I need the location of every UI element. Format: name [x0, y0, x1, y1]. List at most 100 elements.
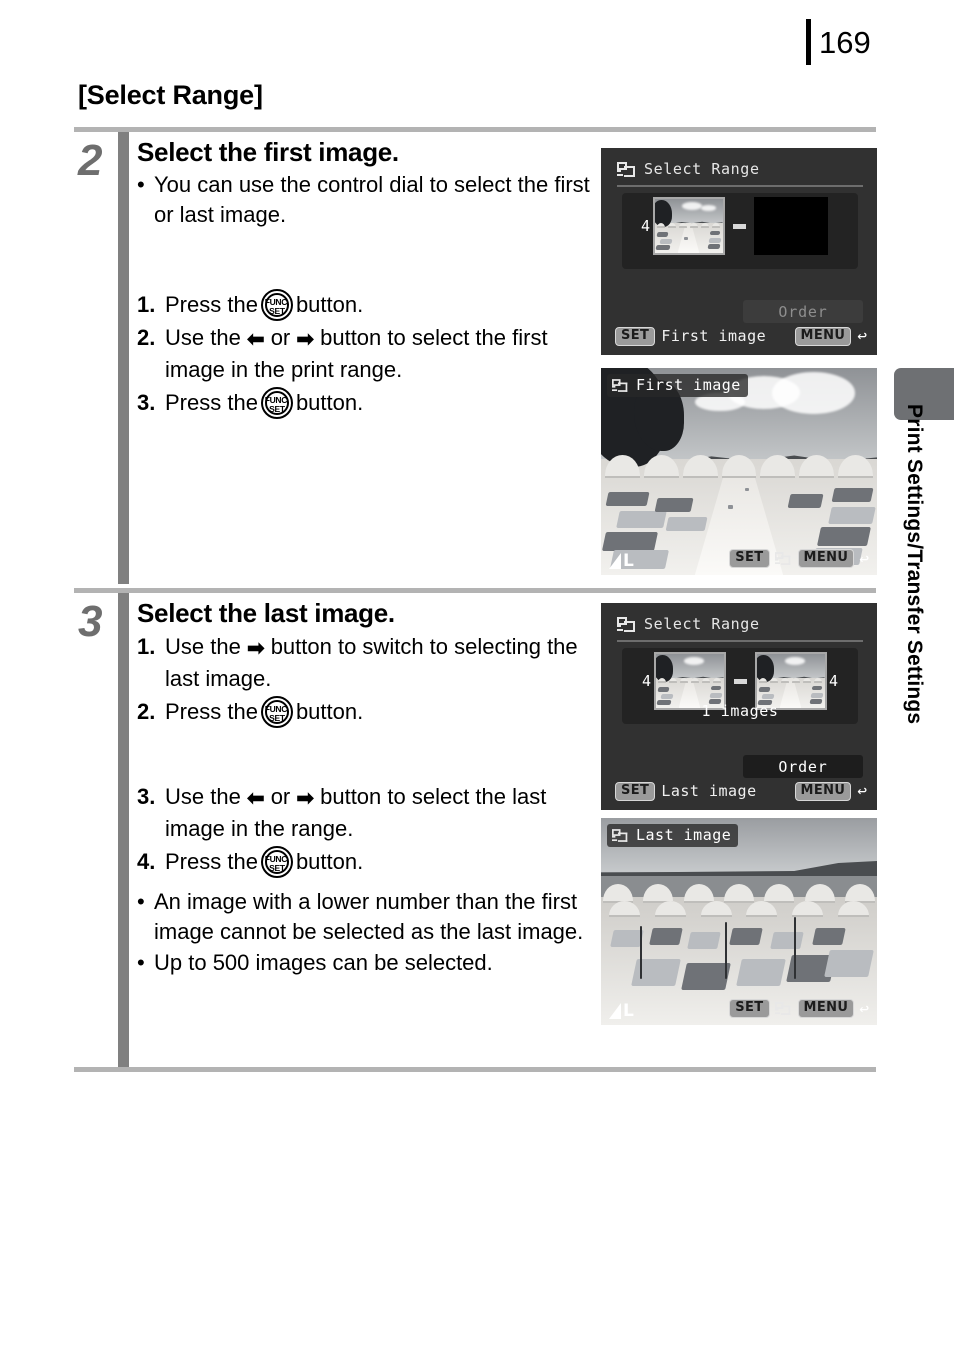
return-arrow-icon: ↩ — [857, 326, 867, 345]
item-text-pre: Use the — [165, 784, 241, 809]
order-button[interactable]: Order — [743, 755, 863, 778]
dpof-print-order-icon — [617, 161, 635, 177]
right-arrow-icon: ➡ — [296, 787, 314, 810]
image-quality-indicator: L — [609, 1001, 634, 1021]
lcd-screen-last-image-preview: Last image L SET MENU ↩ — [601, 818, 877, 1025]
lcd-footer: SET First image MENU ↩ — [615, 325, 867, 347]
thumbnail-first-cell[interactable]: 4 — [639, 197, 725, 255]
range-panel: 4 — [622, 193, 858, 269]
func-set-button-icon: FUNC. SET — [260, 696, 293, 728]
lcd-title: Select Range — [644, 615, 760, 633]
footer-action-label: Last image — [661, 782, 757, 800]
photo-footer: SET MENU ↩ — [729, 999, 869, 1018]
step-2-item-2: 2. Use the ⬅ or ➡ button to select the f… — [137, 322, 597, 386]
item-text: Use the ⬅ or ➡ button to select the firs… — [165, 322, 597, 386]
item-text: Press the FUNC. SET button. — [165, 846, 597, 878]
func-set-button-icon: FUNC. SET — [260, 289, 293, 321]
set-label: SET — [269, 713, 285, 723]
set-label: SET — [269, 863, 285, 873]
menu-key-icon: MENU — [794, 326, 852, 346]
bullet-mark: • — [137, 950, 145, 975]
footer-left: SET Last image — [615, 781, 757, 801]
quality-triangle-icon — [609, 553, 621, 569]
step-3-bullet-2: • Up to 500 images can be selected. — [137, 948, 597, 978]
step-2-number: 2 — [78, 136, 103, 185]
item-text-mid: or — [270, 784, 291, 809]
quality-size-label: L — [623, 551, 634, 571]
item-number: 3. — [137, 390, 156, 415]
return-arrow-icon: ↩ — [859, 998, 869, 1018]
right-arrow-icon: ➡ — [246, 637, 265, 660]
item-text: Press the FUNC. SET button. — [165, 289, 597, 321]
set-key-icon: SET — [615, 781, 656, 801]
thumbnail-row: 4 — [622, 197, 858, 255]
item-number: 3. — [137, 784, 156, 809]
photo-badge: Last image — [607, 824, 739, 847]
item-number: 4. — [137, 849, 156, 874]
item-text-post: button. — [295, 849, 364, 874]
return-arrow-icon: ↩ — [859, 548, 869, 568]
set-key-icon: SET — [729, 999, 770, 1018]
page-title: [Select Range] — [78, 80, 263, 110]
thumbnail-first-number: 4 — [640, 216, 651, 235]
step-3-item-3: 3. Use the ⬅ or ➡ button to select the l… — [137, 781, 597, 845]
menu-key-icon: MENU — [797, 549, 855, 568]
dpof-print-order-icon — [612, 378, 628, 392]
item-text: Press the FUNC. SET button. — [165, 696, 597, 728]
bullet-text: You can use the control dial to select t… — [154, 172, 590, 227]
step-2-bullet: • You can use the control dial to select… — [137, 170, 597, 230]
item-number: 2. — [137, 325, 156, 350]
range-panel: 4 — [622, 648, 858, 724]
item-text-mid: or — [270, 325, 291, 350]
thumbnail-last-empty[interactable] — [753, 197, 828, 255]
thumbnail-last-number: 4 — [828, 671, 839, 690]
lcd-header-rule — [617, 640, 863, 642]
item-number: 1. — [137, 634, 156, 659]
step-3-number: 3 — [78, 597, 103, 646]
bullet-text: Up to 500 images can be selected. — [154, 950, 493, 975]
right-arrow-icon: ➡ — [296, 328, 314, 351]
dpof-print-order-icon — [612, 828, 628, 842]
image-quality-indicator: L — [609, 551, 634, 571]
thumbnail-first[interactable] — [652, 197, 725, 255]
step-3-bullet-1: • An image with a lower number than the … — [137, 887, 597, 947]
lcd-header: Select Range — [617, 160, 760, 178]
lcd-header-rule — [617, 185, 863, 187]
item-text-pre: Press the — [165, 699, 258, 724]
footer-right: MENU ↩ — [794, 326, 867, 346]
func-set-button-icon: FUNC. SET — [260, 846, 293, 878]
step-2-item-3: 3. Press the FUNC. SET button. — [137, 387, 597, 419]
quality-size-label: L — [623, 1001, 634, 1021]
lcd-title: Select Range — [644, 160, 760, 178]
thumbnail-first-number: 4 — [641, 671, 652, 690]
item-number: 1. — [137, 292, 156, 317]
order-button[interactable]: Order — [743, 300, 863, 323]
item-text-pre: Press the — [165, 292, 258, 317]
lcd-header: Select Range — [617, 615, 760, 633]
dpof-print-order-icon — [774, 552, 790, 565]
step-3-item-2: 2. Press the FUNC. SET button. — [137, 696, 597, 728]
step-3-heading: Select the last image. — [137, 598, 395, 628]
photo-footer: SET MENU ↩ — [729, 549, 869, 568]
menu-key-icon: MENU — [797, 999, 855, 1018]
page-number: 169 — [819, 24, 871, 60]
thumbnail-last-cell[interactable] — [753, 197, 842, 255]
photo-badge: First image — [607, 374, 748, 397]
range-separator-dash — [733, 678, 747, 684]
item-text-pre: Press the — [165, 849, 258, 874]
step-2-heading: Select the first image. — [137, 137, 399, 167]
item-text-pre: Use the — [165, 634, 241, 659]
left-arrow-icon: ⬅ — [246, 787, 265, 810]
quality-triangle-icon — [609, 1003, 621, 1019]
item-text-pre: Press the — [165, 390, 258, 415]
page-number-block: 169 — [806, 18, 871, 66]
item-text: Use the ➡ button to switch to selecting … — [165, 631, 597, 695]
photo-badge-label: Last image — [636, 826, 732, 844]
menu-key-icon: MENU — [794, 781, 852, 801]
item-text-post: button. — [295, 292, 364, 317]
set-key-icon: SET — [615, 326, 656, 346]
page-number-rule — [806, 19, 811, 65]
rule-bottom — [74, 1067, 876, 1072]
